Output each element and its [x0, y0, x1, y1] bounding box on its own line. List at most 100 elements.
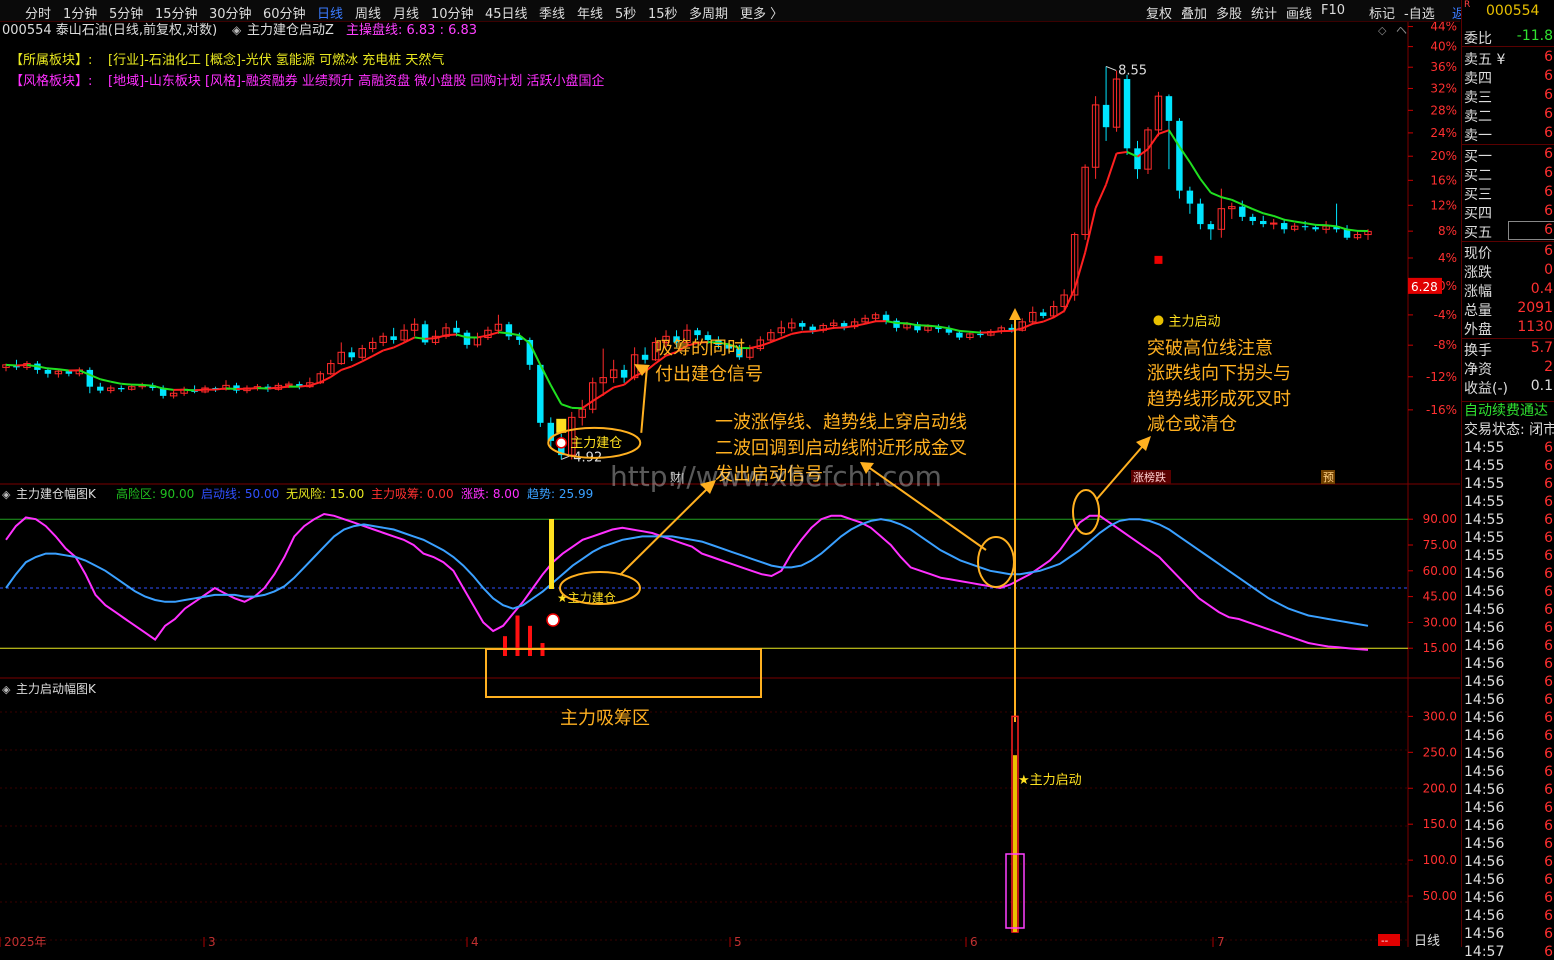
period-tab-8[interactable]: 月线	[393, 3, 419, 22]
candle-body-down	[537, 365, 543, 423]
sub-param-2: 无风险: 15.00	[286, 486, 364, 501]
candle-body-down	[694, 330, 700, 335]
period-tab-11[interactable]: 季线	[539, 3, 565, 22]
trend-line-segment	[163, 389, 173, 390]
quote-label-18: 收益(-)	[1464, 378, 1508, 398]
tick-time-28: 14:57	[1464, 944, 1504, 960]
toolbar-button-4[interactable]: 画线	[1286, 3, 1312, 22]
tick-price-1: 6	[1544, 458, 1553, 474]
trend-line-segment	[394, 343, 404, 348]
sub-chart-title: 主力建仓幅图K	[16, 486, 97, 501]
note1-line2: 付出建仓信号	[655, 364, 763, 385]
finance-divider	[1462, 338, 1554, 339]
trend-line-segment	[1148, 134, 1158, 149]
toolbar-button-2[interactable]: 多股	[1216, 3, 1242, 22]
trend-line-segment	[1305, 223, 1315, 225]
toolbar-button-7[interactable]: -自选	[1404, 3, 1435, 22]
tick-price-26: 6	[1544, 908, 1553, 924]
period-tab-7[interactable]: 周线	[355, 3, 381, 22]
current-price-value: 6.28	[1411, 280, 1438, 294]
period-tab-9[interactable]: 10分钟	[431, 3, 474, 22]
launch-tick-label: 250.0	[1423, 745, 1457, 759]
sell-divider	[1462, 46, 1554, 47]
quote-label-10: 买五	[1464, 222, 1492, 242]
scroll-indicator-text: --	[1381, 936, 1389, 947]
tick-price-11: 6	[1544, 638, 1553, 654]
quote-label-8: 买三	[1464, 184, 1492, 204]
quote-label-15: 外盘	[1464, 319, 1492, 339]
trend-line-segment	[1274, 216, 1284, 220]
notice-text: 自动续费通达	[1464, 400, 1548, 420]
period-tab-2[interactable]: 5分钟	[109, 3, 143, 22]
period-tab-1[interactable]: 1分钟	[63, 3, 97, 22]
tick-price-9: 6	[1544, 602, 1553, 618]
period-tab-10[interactable]: 45日线	[485, 3, 528, 22]
candle-body-down	[1187, 191, 1193, 204]
month-label: 3	[208, 935, 216, 947]
quote-label-16: 换手	[1464, 340, 1492, 360]
pct-tick-label: 20%	[1430, 149, 1457, 163]
r-badge: R	[1464, 0, 1470, 10]
sub-param-5: 趋势: 25.99	[527, 487, 593, 501]
quote-value-4: 6	[1544, 106, 1553, 122]
period-tab-15[interactable]: 多周期	[689, 3, 728, 22]
quote-value-2: 6	[1544, 68, 1553, 84]
quote-value-15: 1130	[1517, 319, 1553, 335]
period-tab-4[interactable]: 30分钟	[209, 3, 252, 22]
sub-tick-label: 45.00	[1423, 590, 1457, 604]
quote-value-18: 0.1	[1531, 378, 1553, 394]
trend-line-segment	[1022, 324, 1032, 328]
period-tab-3[interactable]: 15分钟	[155, 3, 198, 22]
quote-label-13: 涨幅	[1464, 281, 1492, 301]
tick-time-10: 14:56	[1464, 620, 1504, 636]
launch-indicator-icon: ◈	[2, 683, 11, 696]
tick-price-22: 6	[1544, 836, 1553, 852]
note2-line2: 二波回调到启动线附近形成金叉	[715, 438, 967, 459]
pct-tick-label: 44%	[1430, 22, 1457, 34]
sub-tick-label: 60.00	[1423, 564, 1457, 578]
event-tag-forecast: 预	[1323, 471, 1334, 484]
candle-body-down	[1197, 204, 1203, 224]
tick-price-25: 6	[1544, 890, 1553, 906]
tick-time-9: 14:56	[1464, 602, 1504, 618]
quote-value-7: 6	[1544, 165, 1553, 181]
toolbar-button-6[interactable]: 标记	[1369, 3, 1395, 22]
candle-body-down	[1312, 227, 1318, 229]
trend-line-segment	[278, 387, 288, 388]
month-label: 5	[734, 935, 742, 947]
pct-tick-label: 8%	[1438, 224, 1457, 238]
trend-line-segment	[425, 338, 435, 339]
chart-area: 000554 泰山石油(日线,前复权,对数)◈主力建仓启动Z主操盘线: 6.83…	[0, 22, 1460, 947]
tick-time-23: 14:56	[1464, 854, 1504, 870]
period-tab-6[interactable]: 日线	[317, 3, 343, 22]
pct-tick-label: -8%	[1434, 338, 1457, 352]
period-tab-5[interactable]: 60分钟	[263, 3, 306, 22]
tick-time-12: 14:56	[1464, 656, 1504, 672]
tick-price-15: 6	[1544, 710, 1553, 726]
trend-line-segment	[760, 342, 770, 346]
toolbar-button-3[interactable]: 统计	[1251, 3, 1277, 22]
period-tab-0[interactable]: 分时	[25, 3, 51, 22]
note1-arrow	[641, 367, 647, 433]
toolbar-button-5[interactable]: F10	[1321, 3, 1345, 18]
chart-title: 000554 泰山石油(日线,前复权,对数)	[2, 22, 217, 38]
sub-build-icon	[547, 614, 559, 626]
candle-body-down	[1040, 312, 1046, 316]
toolbar-button-0[interactable]: 复权	[1146, 3, 1172, 22]
tick-price-8: 6	[1544, 584, 1553, 600]
tick-time-17: 14:56	[1464, 746, 1504, 762]
period-tab-16[interactable]: 更多 〉	[740, 3, 783, 22]
tick-time-3: 14:55	[1464, 494, 1504, 510]
period-tab-14[interactable]: 15秒	[648, 3, 678, 22]
trend-line-segment	[27, 365, 37, 366]
quote-label-11: 现价	[1464, 243, 1492, 263]
accumulation-zone-label: 主力吸筹区	[560, 708, 650, 729]
launch-tick-label: 50.00	[1423, 889, 1457, 903]
period-tab-13[interactable]: 5秒	[615, 3, 636, 22]
bottom-tab-daily[interactable]: 日线	[1414, 930, 1440, 949]
tick-price-10: 6	[1544, 620, 1553, 636]
pct-tick-label: 16%	[1430, 173, 1457, 187]
toolbar-button-1[interactable]: 叠加	[1181, 3, 1207, 22]
trend-line-segment	[1085, 208, 1095, 253]
period-tab-12[interactable]: 年线	[577, 3, 603, 22]
